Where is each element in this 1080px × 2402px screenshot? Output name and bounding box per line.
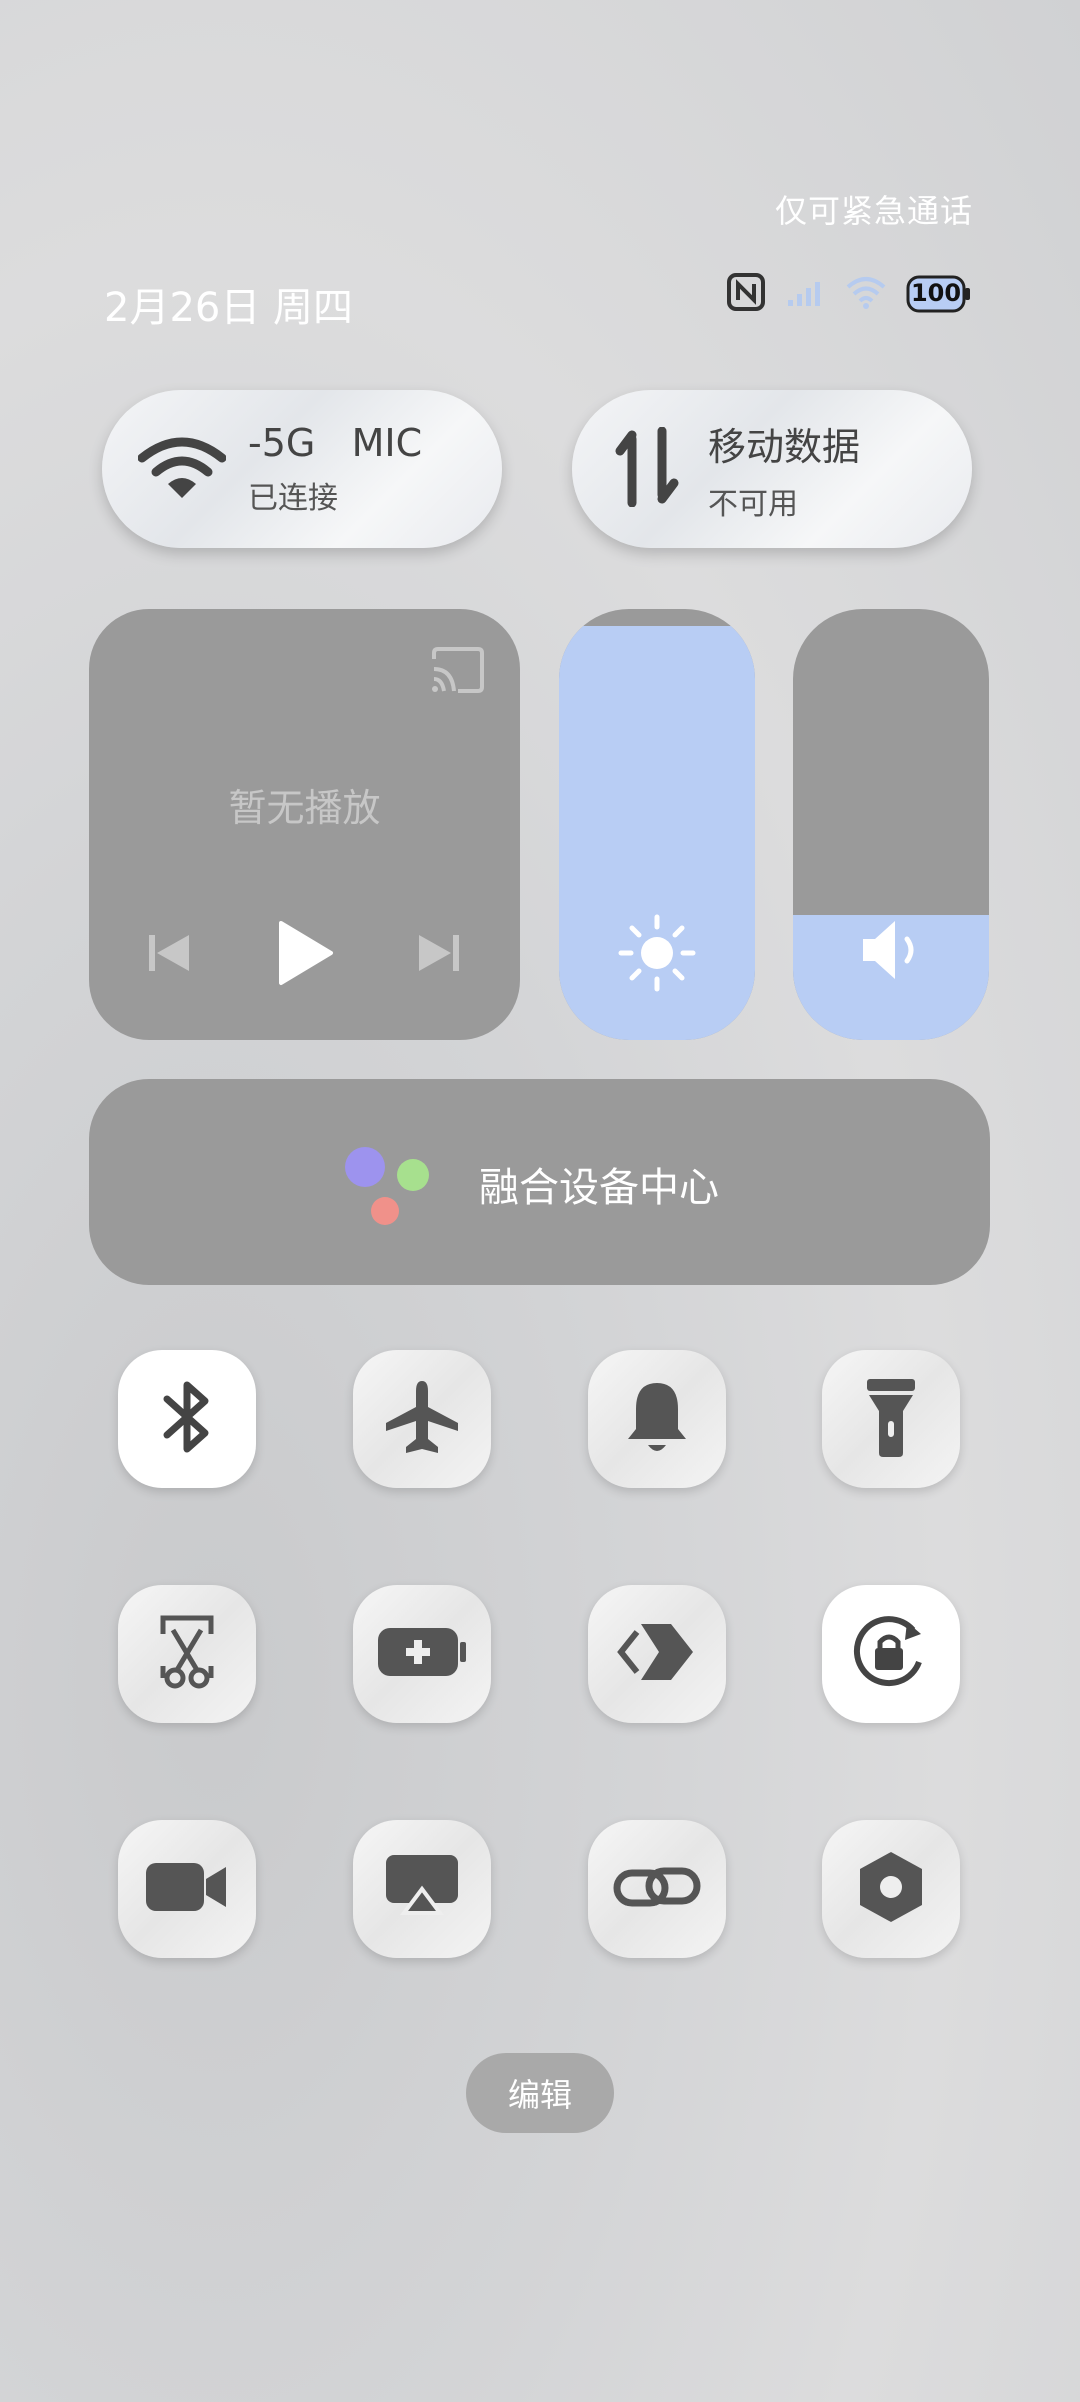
- link-icon: [613, 1859, 701, 1919]
- volume-icon: [857, 915, 929, 989]
- fusion-device-center[interactable]: 融合设备中心: [89, 1079, 990, 1285]
- mobile-data-title: 移动数据: [708, 424, 861, 469]
- fusion-center-label: 融合设备中心: [479, 1165, 719, 1211]
- scissors-icon: [151, 1612, 223, 1696]
- mobile-data-status: 不可用: [708, 486, 798, 522]
- rotation-lock-icon: [849, 1612, 933, 1696]
- signal-icon: [786, 276, 826, 312]
- flashlight-icon: [863, 1375, 919, 1463]
- link-share-toggle[interactable]: [588, 1585, 726, 1723]
- wifi-card[interactable]: -5G MIC 已连接: [102, 390, 502, 548]
- share-arrow-icon: [617, 1620, 697, 1688]
- bluetooth-toggle[interactable]: [118, 1350, 256, 1488]
- hexagon-icon: [856, 1848, 926, 1930]
- ring-mode-toggle[interactable]: [588, 1350, 726, 1488]
- screenshot-toggle[interactable]: [118, 1585, 256, 1723]
- battery-plus-icon: [376, 1624, 468, 1684]
- wifi-icon: [137, 432, 227, 506]
- settings-toggle[interactable]: [822, 1820, 960, 1958]
- nfc-icon: [726, 272, 766, 316]
- screen-record-toggle[interactable]: [118, 1820, 256, 1958]
- wifi-status: 已连接: [248, 481, 338, 516]
- date-text: 2月26日 周四: [104, 285, 354, 331]
- play-icon[interactable]: [275, 919, 335, 991]
- flashlight-toggle[interactable]: [822, 1350, 960, 1488]
- power-saving-toggle[interactable]: [353, 1585, 491, 1723]
- airplane-icon: [382, 1377, 462, 1461]
- battery-level-text: 100: [910, 279, 962, 307]
- battery-icon: 100: [906, 274, 972, 314]
- bluetooth-icon: [159, 1377, 215, 1461]
- video-icon: [144, 1859, 230, 1919]
- mobile-data-icon: [614, 426, 680, 511]
- emergency-call-only-text: 仅可紧急通话: [774, 192, 973, 230]
- no-playback-text: 暂无播放: [228, 786, 381, 830]
- media-panel: 暂无播放: [89, 609, 520, 1040]
- rotation-lock-toggle[interactable]: [822, 1585, 960, 1723]
- bell-icon: [622, 1377, 692, 1461]
- fusion-logo-icon: [343, 1145, 435, 1231]
- status-icons: 100: [726, 272, 972, 316]
- brightness-slider[interactable]: [559, 609, 755, 1040]
- cast-icon[interactable]: [428, 645, 486, 699]
- cast-screen-icon: [382, 1851, 462, 1927]
- next-icon[interactable]: [415, 929, 463, 981]
- mobile-data-card[interactable]: 移动数据 不可用: [572, 390, 972, 548]
- brightness-icon: [615, 911, 699, 999]
- airplane-mode-toggle[interactable]: [353, 1350, 491, 1488]
- projection-toggle[interactable]: [353, 1820, 491, 1958]
- previous-icon[interactable]: [145, 929, 193, 981]
- edit-button[interactable]: 编辑: [466, 2053, 614, 2133]
- wifi-icon: [846, 275, 886, 313]
- wifi-name: -5G MIC: [248, 421, 423, 465]
- volume-slider[interactable]: [793, 609, 989, 1040]
- link-toggle[interactable]: [588, 1820, 726, 1958]
